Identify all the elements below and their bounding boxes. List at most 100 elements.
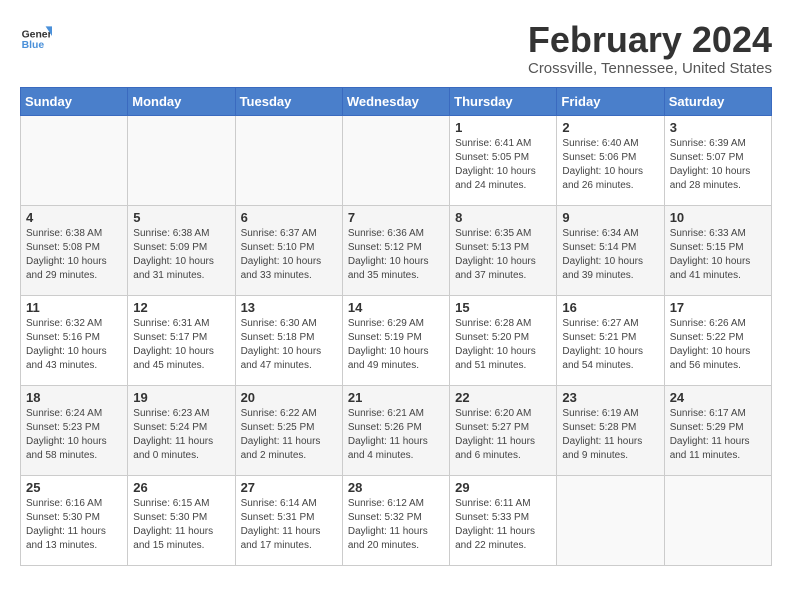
day-info: Sunrise: 6:29 AM Sunset: 5:19 PM Dayligh… xyxy=(348,317,444,373)
day-cell: 19 Sunrise: 6:23 AM Sunset: 5:24 PM Dayli… xyxy=(128,385,235,475)
weekday-header-thursday: Thursday xyxy=(450,87,557,115)
day-cell: 25 Sunrise: 6:16 AM Sunset: 5:30 PM Dayli… xyxy=(21,475,128,565)
week-row-4: 18 Sunrise: 6:24 AM Sunset: 5:23 PM Dayli… xyxy=(21,385,772,475)
day-info: Sunrise: 6:34 AM Sunset: 5:14 PM Dayligh… xyxy=(562,227,658,283)
day-cell: 17Sunrise: 6:26 AM Sunset: 5:22 PM Dayli… xyxy=(664,295,771,385)
location: Crossville, Tennessee, United States xyxy=(528,60,772,77)
logo-icon: General Blue xyxy=(20,20,52,52)
day-number: 26 xyxy=(133,480,229,495)
day-cell: 4 Sunrise: 6:38 AM Sunset: 5:08 PM Daylig… xyxy=(21,205,128,295)
weekday-header-saturday: Saturday xyxy=(664,87,771,115)
day-info: Sunrise: 6:15 AM Sunset: 5:30 PM Dayligh… xyxy=(133,497,229,553)
week-row-5: 25 Sunrise: 6:16 AM Sunset: 5:30 PM Dayli… xyxy=(21,475,772,565)
day-number: 24 xyxy=(670,390,766,405)
day-number: 25 xyxy=(26,480,122,495)
day-info: Sunrise: 6:38 AM Sunset: 5:09 PM Dayligh… xyxy=(133,227,229,283)
day-cell: 16 Sunrise: 6:27 AM Sunset: 5:21 PM Dayli… xyxy=(557,295,664,385)
day-number: 14 xyxy=(348,300,444,315)
week-row-2: 4 Sunrise: 6:38 AM Sunset: 5:08 PM Daylig… xyxy=(21,205,772,295)
weekday-header-sunday: Sunday xyxy=(21,87,128,115)
day-info: Sunrise: 6:22 AM Sunset: 5:25 PM Dayligh… xyxy=(241,407,337,463)
day-number: 11 xyxy=(26,300,122,315)
day-cell: 14 Sunrise: 6:29 AM Sunset: 5:19 PM Dayli… xyxy=(342,295,449,385)
day-number: 28 xyxy=(348,480,444,495)
day-info: Sunrise: 6:40 AM Sunset: 5:06 PM Dayligh… xyxy=(562,137,658,193)
day-info: Sunrise: 6:30 AM Sunset: 5:18 PM Dayligh… xyxy=(241,317,337,373)
day-number: 18 xyxy=(26,390,122,405)
day-cell xyxy=(21,115,128,205)
day-info: Sunrise: 6:32 AM Sunset: 5:16 PM Dayligh… xyxy=(26,317,122,373)
day-cell: 26 Sunrise: 6:15 AM Sunset: 5:30 PM Dayli… xyxy=(128,475,235,565)
day-info: Sunrise: 6:27 AM Sunset: 5:21 PM Dayligh… xyxy=(562,317,658,373)
day-number: 12 xyxy=(133,300,229,315)
day-cell: 9Sunrise: 6:34 AM Sunset: 5:14 PM Daylig… xyxy=(557,205,664,295)
weekday-header-monday: Monday xyxy=(128,87,235,115)
day-cell: 10 Sunrise: 6:33 AM Sunset: 5:15 PM Dayli… xyxy=(664,205,771,295)
day-info: Sunrise: 6:24 AM Sunset: 5:23 PM Dayligh… xyxy=(26,407,122,463)
day-cell: 8 Sunrise: 6:35 AM Sunset: 5:13 PM Daylig… xyxy=(450,205,557,295)
day-info: Sunrise: 6:14 AM Sunset: 5:31 PM Dayligh… xyxy=(241,497,337,553)
day-cell: 13Sunrise: 6:30 AM Sunset: 5:18 PM Dayli… xyxy=(235,295,342,385)
day-info: Sunrise: 6:17 AM Sunset: 5:29 PM Dayligh… xyxy=(670,407,766,463)
weekday-header-friday: Friday xyxy=(557,87,664,115)
svg-text:General: General xyxy=(22,30,52,41)
day-cell: 6 Sunrise: 6:37 AM Sunset: 5:10 PM Daylig… xyxy=(235,205,342,295)
day-number: 29 xyxy=(455,480,551,495)
day-number: 1 xyxy=(455,120,551,135)
calendar-body: 1Sunrise: 6:41 AM Sunset: 5:05 PM Daylig… xyxy=(21,115,772,565)
day-number: 20 xyxy=(241,390,337,405)
day-cell: 2Sunrise: 6:40 AM Sunset: 5:06 PM Daylig… xyxy=(557,115,664,205)
day-number: 21 xyxy=(348,390,444,405)
day-info: Sunrise: 6:23 AM Sunset: 5:24 PM Dayligh… xyxy=(133,407,229,463)
day-info: Sunrise: 6:16 AM Sunset: 5:30 PM Dayligh… xyxy=(26,497,122,553)
day-info: Sunrise: 6:12 AM Sunset: 5:32 PM Dayligh… xyxy=(348,497,444,553)
day-number: 7 xyxy=(348,210,444,225)
day-info: Sunrise: 6:19 AM Sunset: 5:28 PM Dayligh… xyxy=(562,407,658,463)
day-number: 10 xyxy=(670,210,766,225)
day-cell: 7 Sunrise: 6:36 AM Sunset: 5:12 PM Daylig… xyxy=(342,205,449,295)
day-cell: 3Sunrise: 6:39 AM Sunset: 5:07 PM Daylig… xyxy=(664,115,771,205)
day-info: Sunrise: 6:36 AM Sunset: 5:12 PM Dayligh… xyxy=(348,227,444,283)
day-cell: 22Sunrise: 6:20 AM Sunset: 5:27 PM Dayli… xyxy=(450,385,557,475)
day-number: 22 xyxy=(455,390,551,405)
day-info: Sunrise: 6:35 AM Sunset: 5:13 PM Dayligh… xyxy=(455,227,551,283)
day-cell: 20 Sunrise: 6:22 AM Sunset: 5:25 PM Dayli… xyxy=(235,385,342,475)
day-info: Sunrise: 6:31 AM Sunset: 5:17 PM Dayligh… xyxy=(133,317,229,373)
day-cell: 5 Sunrise: 6:38 AM Sunset: 5:09 PM Daylig… xyxy=(128,205,235,295)
day-number: 16 xyxy=(562,300,658,315)
day-cell: 29Sunrise: 6:11 AM Sunset: 5:33 PM Dayli… xyxy=(450,475,557,565)
page-header: General Blue February 2024 Crossville, T… xyxy=(20,20,772,77)
day-info: Sunrise: 6:37 AM Sunset: 5:10 PM Dayligh… xyxy=(241,227,337,283)
day-cell: 28 Sunrise: 6:12 AM Sunset: 5:32 PM Dayli… xyxy=(342,475,449,565)
day-number: 3 xyxy=(670,120,766,135)
day-number: 5 xyxy=(133,210,229,225)
svg-text:Blue: Blue xyxy=(22,40,45,51)
title-block: February 2024 Crossville, Tennessee, Uni… xyxy=(528,20,772,77)
week-row-3: 11 Sunrise: 6:32 AM Sunset: 5:16 PM Dayli… xyxy=(21,295,772,385)
day-cell: 18 Sunrise: 6:24 AM Sunset: 5:23 PM Dayli… xyxy=(21,385,128,475)
day-number: 23 xyxy=(562,390,658,405)
day-info: Sunrise: 6:21 AM Sunset: 5:26 PM Dayligh… xyxy=(348,407,444,463)
weekday-header-wednesday: Wednesday xyxy=(342,87,449,115)
day-cell: 12 Sunrise: 6:31 AM Sunset: 5:17 PM Dayli… xyxy=(128,295,235,385)
day-number: 27 xyxy=(241,480,337,495)
day-cell xyxy=(128,115,235,205)
day-cell: 27 Sunrise: 6:14 AM Sunset: 5:31 PM Dayli… xyxy=(235,475,342,565)
day-cell: 11 Sunrise: 6:32 AM Sunset: 5:16 PM Dayli… xyxy=(21,295,128,385)
day-cell xyxy=(557,475,664,565)
day-cell: 21 Sunrise: 6:21 AM Sunset: 5:26 PM Dayli… xyxy=(342,385,449,475)
day-cell: 24 Sunrise: 6:17 AM Sunset: 5:29 PM Dayli… xyxy=(664,385,771,475)
day-info: Sunrise: 6:38 AM Sunset: 5:08 PM Dayligh… xyxy=(26,227,122,283)
week-row-1: 1Sunrise: 6:41 AM Sunset: 5:05 PM Daylig… xyxy=(21,115,772,205)
day-cell: 15Sunrise: 6:28 AM Sunset: 5:20 PM Dayli… xyxy=(450,295,557,385)
day-cell: 1Sunrise: 6:41 AM Sunset: 5:05 PM Daylig… xyxy=(450,115,557,205)
day-number: 19 xyxy=(133,390,229,405)
month-year: February 2024 xyxy=(528,20,772,60)
day-number: 15 xyxy=(455,300,551,315)
day-cell xyxy=(664,475,771,565)
day-number: 4 xyxy=(26,210,122,225)
day-info: Sunrise: 6:33 AM Sunset: 5:15 PM Dayligh… xyxy=(670,227,766,283)
day-number: 17 xyxy=(670,300,766,315)
day-number: 6 xyxy=(241,210,337,225)
day-number: 8 xyxy=(455,210,551,225)
